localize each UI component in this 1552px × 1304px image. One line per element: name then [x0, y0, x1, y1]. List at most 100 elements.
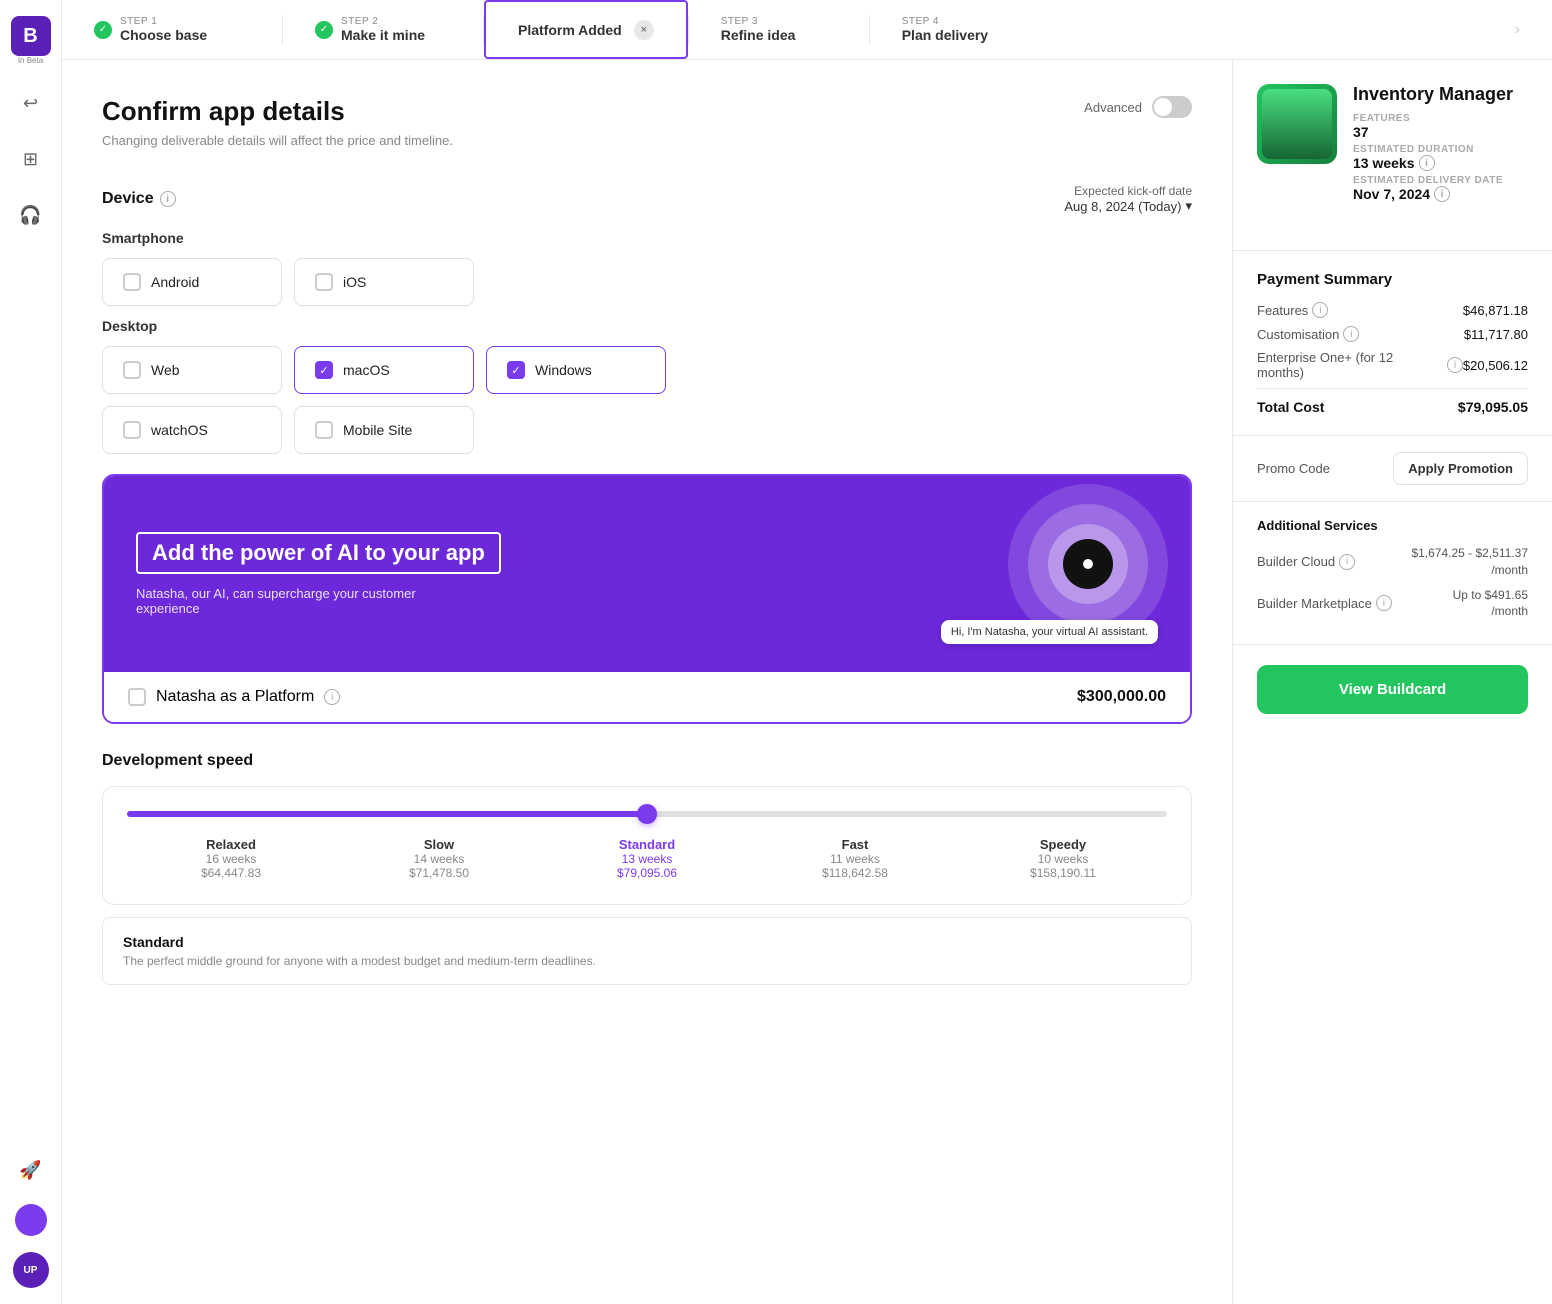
builder-marketplace-row: Builder Marketplace i Up to $491.65 /mon…	[1257, 587, 1528, 621]
features-label: FEATURES	[1353, 113, 1528, 124]
ai-banner-desc: Natasha, our AI, can supercharge your cu…	[136, 586, 436, 616]
speed-thumb[interactable]	[637, 804, 657, 824]
duration-label: ESTIMATED DURATION	[1353, 144, 1528, 155]
speed-slider-container: Relaxed 16 weeks $64,447.83 Slow 14 week…	[102, 786, 1192, 905]
windows-checkbox[interactable]: ✓	[507, 361, 525, 379]
features-cost-value: $46,871.18	[1463, 303, 1528, 318]
ai-banner-bottom: Natasha as a Platform i $300,000.00	[104, 672, 1190, 722]
standard-box: Standard The perfect middle ground for a…	[102, 917, 1192, 985]
natasha-checkbox[interactable]	[128, 688, 146, 706]
macos-checkbox[interactable]: ✓	[315, 361, 333, 379]
natasha-info-icon[interactable]: i	[324, 689, 340, 705]
speed-fill	[127, 811, 647, 817]
rocket-icon[interactable]: 🚀	[13, 1152, 49, 1188]
platform-windows[interactable]: ✓ Windows	[486, 346, 666, 394]
device-section-header: Device i Expected kick-off date Aug 8, 2…	[102, 184, 1192, 214]
promo-section: Promo Code Apply Promotion	[1233, 436, 1552, 502]
ai-bubble: Hi, I'm Natasha, your virtual AI assista…	[941, 620, 1158, 644]
builder-cloud-label: Builder Cloud	[1257, 554, 1335, 569]
features-cost-row: Features i $46,871.18	[1257, 302, 1528, 318]
enterprise-row: Enterprise One+ (for 12 months) i $20,50…	[1257, 350, 1528, 380]
platform-web[interactable]: Web	[102, 346, 282, 394]
right-panel: Inventory Manager FEATURES 37 ESTIMATED …	[1232, 60, 1552, 1304]
ai-banner-top: Add the power of AI to your app Natasha,…	[104, 476, 1190, 672]
headset-icon[interactable]: 🎧	[13, 197, 49, 233]
step-1[interactable]: ✓ STEP 1 Choose base	[62, 0, 282, 59]
windows-label: Windows	[535, 362, 592, 378]
step3-label: Platform Added	[518, 22, 622, 38]
logo[interactable]: B	[11, 16, 51, 56]
features-cost-label: Features	[1257, 303, 1308, 318]
platform-mobile-site[interactable]: Mobile Site	[294, 406, 474, 454]
speed-track[interactable]	[127, 811, 1167, 817]
step-4[interactable]: STEP 4 Plan delivery ›	[870, 16, 1552, 43]
delivery-value: Nov 7, 2024 i	[1353, 186, 1528, 202]
duration-info-icon[interactable]: i	[1419, 155, 1435, 171]
step-2[interactable]: ✓ STEP 2 Make it mine	[283, 0, 483, 59]
speed-standard[interactable]: Standard 13 weeks $79,095.06	[543, 837, 751, 880]
step2-label: Make it mine	[341, 27, 425, 43]
enterprise-value: $20,506.12	[1463, 358, 1528, 373]
kickoff-date: Aug 8, 2024 (Today) ▾	[1064, 198, 1192, 214]
step2-num: STEP 2	[341, 16, 425, 27]
speed-speedy[interactable]: Speedy 10 weeks $158,190.11	[959, 837, 1167, 880]
speed-slow[interactable]: Slow 14 weeks $71,478.50	[335, 837, 543, 880]
platform-ios[interactable]: iOS	[294, 258, 474, 306]
natasha-price: $300,000.00	[1077, 688, 1166, 706]
step4-arrow: ›	[1515, 21, 1520, 39]
platform-macos[interactable]: ✓ macOS	[294, 346, 474, 394]
device-info-icon[interactable]: i	[160, 191, 176, 207]
desktop-grid-2: watchOS Mobile Site	[102, 406, 1192, 454]
mobile-site-checkbox[interactable]	[315, 421, 333, 439]
page-title: Confirm app details	[102, 96, 453, 127]
mobile-site-label: Mobile Site	[343, 422, 412, 438]
builder-marketplace-label: Builder Marketplace	[1257, 596, 1372, 611]
up-button[interactable]: UP	[13, 1252, 49, 1288]
features-cost-info[interactable]: i	[1312, 302, 1328, 318]
standard-desc: The perfect middle ground for anyone wit…	[123, 954, 1171, 968]
ios-label: iOS	[343, 274, 366, 290]
smartphone-label: Smartphone	[102, 230, 1192, 246]
advanced-toggle[interactable]	[1152, 96, 1192, 118]
beta-label: In Beta	[18, 56, 43, 65]
step1-num: STEP 1	[120, 16, 207, 27]
payment-summary: Payment Summary Features i $46,871.18 Cu…	[1233, 251, 1552, 436]
enterprise-info[interactable]: i	[1447, 357, 1463, 373]
watchos-checkbox[interactable]	[123, 421, 141, 439]
speed-relaxed[interactable]: Relaxed 16 weeks $64,447.83	[127, 837, 335, 880]
apply-promotion-button[interactable]: Apply Promotion	[1393, 452, 1528, 485]
customisation-label: Customisation	[1257, 327, 1339, 342]
ai-banner-title: Add the power of AI to your app	[136, 532, 501, 574]
android-checkbox[interactable]	[123, 273, 141, 291]
desktop-label: Desktop	[102, 318, 1192, 334]
natasha-label: Natasha as a Platform	[156, 688, 314, 706]
grid-icon[interactable]: ⊞	[13, 141, 49, 177]
natasha-platform-option[interactable]: Natasha as a Platform i	[128, 688, 340, 706]
desktop-grid: Web ✓ macOS ✓ Windows	[102, 346, 1192, 394]
step-3-active[interactable]: Platform Added ×	[484, 0, 688, 59]
web-label: Web	[151, 362, 180, 378]
web-checkbox[interactable]	[123, 361, 141, 379]
customisation-row: Customisation i $11,717.80	[1257, 326, 1528, 342]
speed-labels: Relaxed 16 weeks $64,447.83 Slow 14 week…	[127, 837, 1167, 880]
speed-fast[interactable]: Fast 11 weeks $118,642.58	[751, 837, 959, 880]
dev-speed-title: Development speed	[102, 752, 253, 770]
ios-checkbox[interactable]	[315, 273, 333, 291]
delivery-info-icon[interactable]: i	[1434, 186, 1450, 202]
builder-marketplace-info[interactable]: i	[1376, 595, 1392, 611]
avatar[interactable]	[15, 1204, 47, 1236]
builder-cloud-info[interactable]: i	[1339, 554, 1355, 570]
platform-android[interactable]: Android	[102, 258, 282, 306]
step-3b[interactable]: STEP 3 Refine idea	[689, 0, 869, 59]
watchos-label: watchOS	[151, 422, 208, 438]
additional-services: Additional Services Builder Cloud i $1,6…	[1233, 502, 1552, 645]
customisation-info[interactable]: i	[1343, 326, 1359, 342]
features-value: 37	[1353, 124, 1528, 140]
step3-close[interactable]: ×	[634, 20, 654, 40]
dev-speed-section: Development speed Relaxed 16 weeks $64,4…	[102, 752, 1192, 985]
delivery-label: ESTIMATED DELIVERY DATE	[1353, 175, 1528, 186]
android-label: Android	[151, 274, 199, 290]
view-buildcard-button[interactable]: View Buildcard	[1257, 665, 1528, 714]
undo-icon[interactable]: ↩	[13, 85, 49, 121]
platform-watchos[interactable]: watchOS	[102, 406, 282, 454]
